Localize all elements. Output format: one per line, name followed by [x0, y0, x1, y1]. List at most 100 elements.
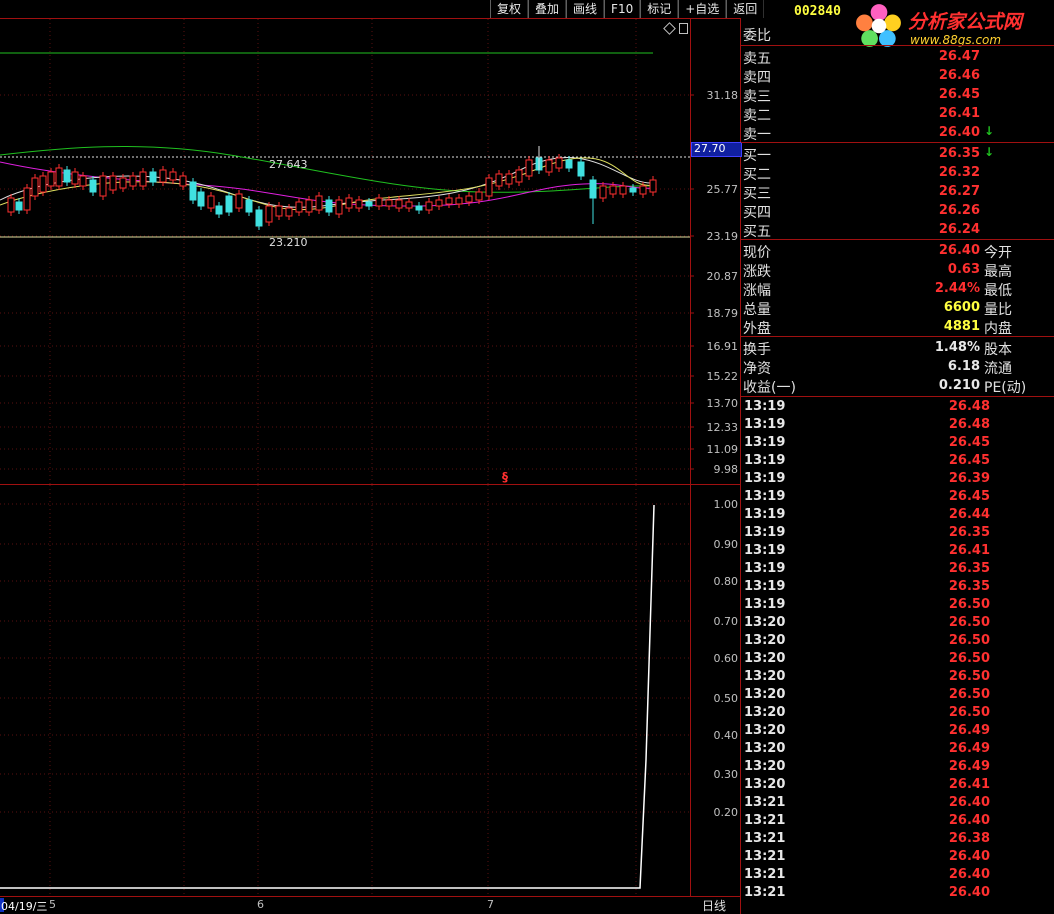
- trade-time: 13:21: [744, 885, 786, 900]
- trade-time: 13:21: [744, 831, 786, 846]
- quote-label2: 最低: [984, 283, 1012, 299]
- price-axis-label: 12.33: [706, 421, 739, 434]
- quote-label2: 量比: [984, 302, 1012, 318]
- quote-label2: 今开: [984, 245, 1012, 261]
- sub-axis-label: 0.70: [713, 615, 739, 628]
- trade-price: 26.45: [948, 435, 990, 450]
- candle-body: [55, 167, 63, 187]
- date-axis-mark-5: 5: [49, 898, 56, 911]
- trade-price: 26.50: [948, 705, 990, 720]
- trade-price: 26.40: [948, 885, 990, 900]
- ask-label: 卖一: [743, 127, 771, 143]
- candle-body: [197, 191, 205, 207]
- trade-time: 13:19: [744, 525, 786, 540]
- ask-label: 卖二: [743, 108, 771, 124]
- trade-price: 26.41: [948, 777, 990, 792]
- down-arrow-icon: ↓: [984, 145, 995, 159]
- bid-price[interactable]: 26.35: [910, 146, 980, 161]
- trade-time: 13:19: [744, 489, 786, 504]
- candle-body: [207, 195, 215, 209]
- bid-label: 买三: [743, 186, 771, 202]
- candle-body: [599, 185, 607, 199]
- ask-price[interactable]: 26.46: [910, 68, 980, 83]
- candle-body: [305, 199, 313, 213]
- toolbar-f10-button[interactable]: F10: [604, 0, 641, 18]
- candle-body: [455, 197, 463, 205]
- toolbar-add-favorite-button[interactable]: +自选: [678, 0, 727, 18]
- candle-body: [619, 185, 627, 195]
- candle-body: [609, 185, 617, 195]
- candle-body: [255, 209, 263, 227]
- bid-price[interactable]: 26.27: [910, 184, 980, 199]
- bid-price[interactable]: 26.32: [910, 165, 980, 180]
- trade-price: 26.50: [948, 597, 990, 612]
- toolbar-back-button[interactable]: 返回: [726, 0, 765, 18]
- candle-body: [485, 177, 493, 197]
- quote-value: 6600: [943, 300, 980, 315]
- trade-price: 26.35: [948, 561, 990, 576]
- bid-price[interactable]: 26.26: [910, 203, 980, 218]
- period-button[interactable]: 日线: [702, 897, 726, 914]
- sub-axis-label: 0.90: [713, 538, 739, 551]
- quote-label: 总量: [743, 302, 771, 318]
- ask-price[interactable]: 26.41: [910, 106, 980, 121]
- candle-body: [465, 195, 473, 203]
- trade-price: 26.49: [948, 741, 990, 756]
- quote-label: 涨幅: [743, 283, 771, 299]
- candle-body: [385, 199, 393, 207]
- quote-label: 涨跌: [743, 264, 771, 280]
- candle-body: [365, 201, 373, 207]
- toolbar-fuquan-button[interactable]: 复权: [490, 0, 529, 18]
- toolbar-draw-button[interactable]: 画线: [566, 0, 605, 18]
- trade-time: 13:19: [744, 579, 786, 594]
- candle-body: [169, 171, 177, 181]
- price-axis-label: 20.87: [706, 270, 739, 283]
- toolbar: 复权 叠加 画线 F10 标记 +自选 返回: [490, 0, 765, 18]
- trade-time: 13:19: [744, 597, 786, 612]
- candle-body: [119, 177, 127, 189]
- trade-time: 13:20: [744, 705, 786, 720]
- date-axis-mark-6: 6: [257, 898, 264, 911]
- candle-body: [89, 179, 97, 193]
- ask-price[interactable]: 26.47: [910, 49, 980, 64]
- trade-time: 13:21: [744, 813, 786, 828]
- toolbar-overlay-button[interactable]: 叠加: [528, 0, 567, 18]
- candle-body: [315, 195, 323, 211]
- candle-body: [577, 161, 585, 177]
- square-icon[interactable]: [679, 23, 688, 34]
- candle-body: [179, 175, 187, 187]
- bid-price[interactable]: 26.24: [910, 222, 980, 237]
- grid-and-candles: [0, 19, 694, 896]
- candle-body: [31, 177, 39, 197]
- candle-body: [295, 201, 303, 213]
- trade-time: 13:20: [744, 741, 786, 756]
- trade-time: 13:21: [744, 795, 786, 810]
- quote-value: 2.44%: [934, 281, 980, 296]
- candle-body: [189, 181, 197, 201]
- ask-price[interactable]: 26.45: [910, 87, 980, 102]
- candle-body: [15, 201, 23, 211]
- candle-body: [285, 207, 293, 217]
- trade-price: 26.35: [948, 525, 990, 540]
- stat-label: 收益(一): [743, 380, 796, 396]
- ask-price[interactable]: 26.40: [910, 125, 980, 140]
- ma-green: [0, 146, 654, 193]
- trade-price: 26.50: [948, 669, 990, 684]
- weibi-label: 委比: [743, 28, 771, 44]
- candle-body: [525, 159, 533, 177]
- trade-price: 26.40: [948, 849, 990, 864]
- candle-body: [235, 193, 243, 209]
- stat-label: 净资: [743, 361, 771, 377]
- trade-price: 26.38: [948, 831, 990, 846]
- sub-axis-label: 0.80: [713, 575, 739, 588]
- candle-body: [99, 175, 107, 197]
- candle-body: [63, 169, 71, 183]
- quote-value: 0.63: [947, 262, 980, 277]
- toolbar-mark-button[interactable]: 标记: [640, 0, 679, 18]
- stat-label: 换手: [743, 342, 771, 358]
- trade-price: 26.44: [948, 507, 990, 522]
- price-axis-label: 23.19: [706, 230, 739, 243]
- candle-body: [445, 197, 453, 205]
- bid-label: 买五: [743, 224, 771, 240]
- candle-body: [629, 187, 637, 193]
